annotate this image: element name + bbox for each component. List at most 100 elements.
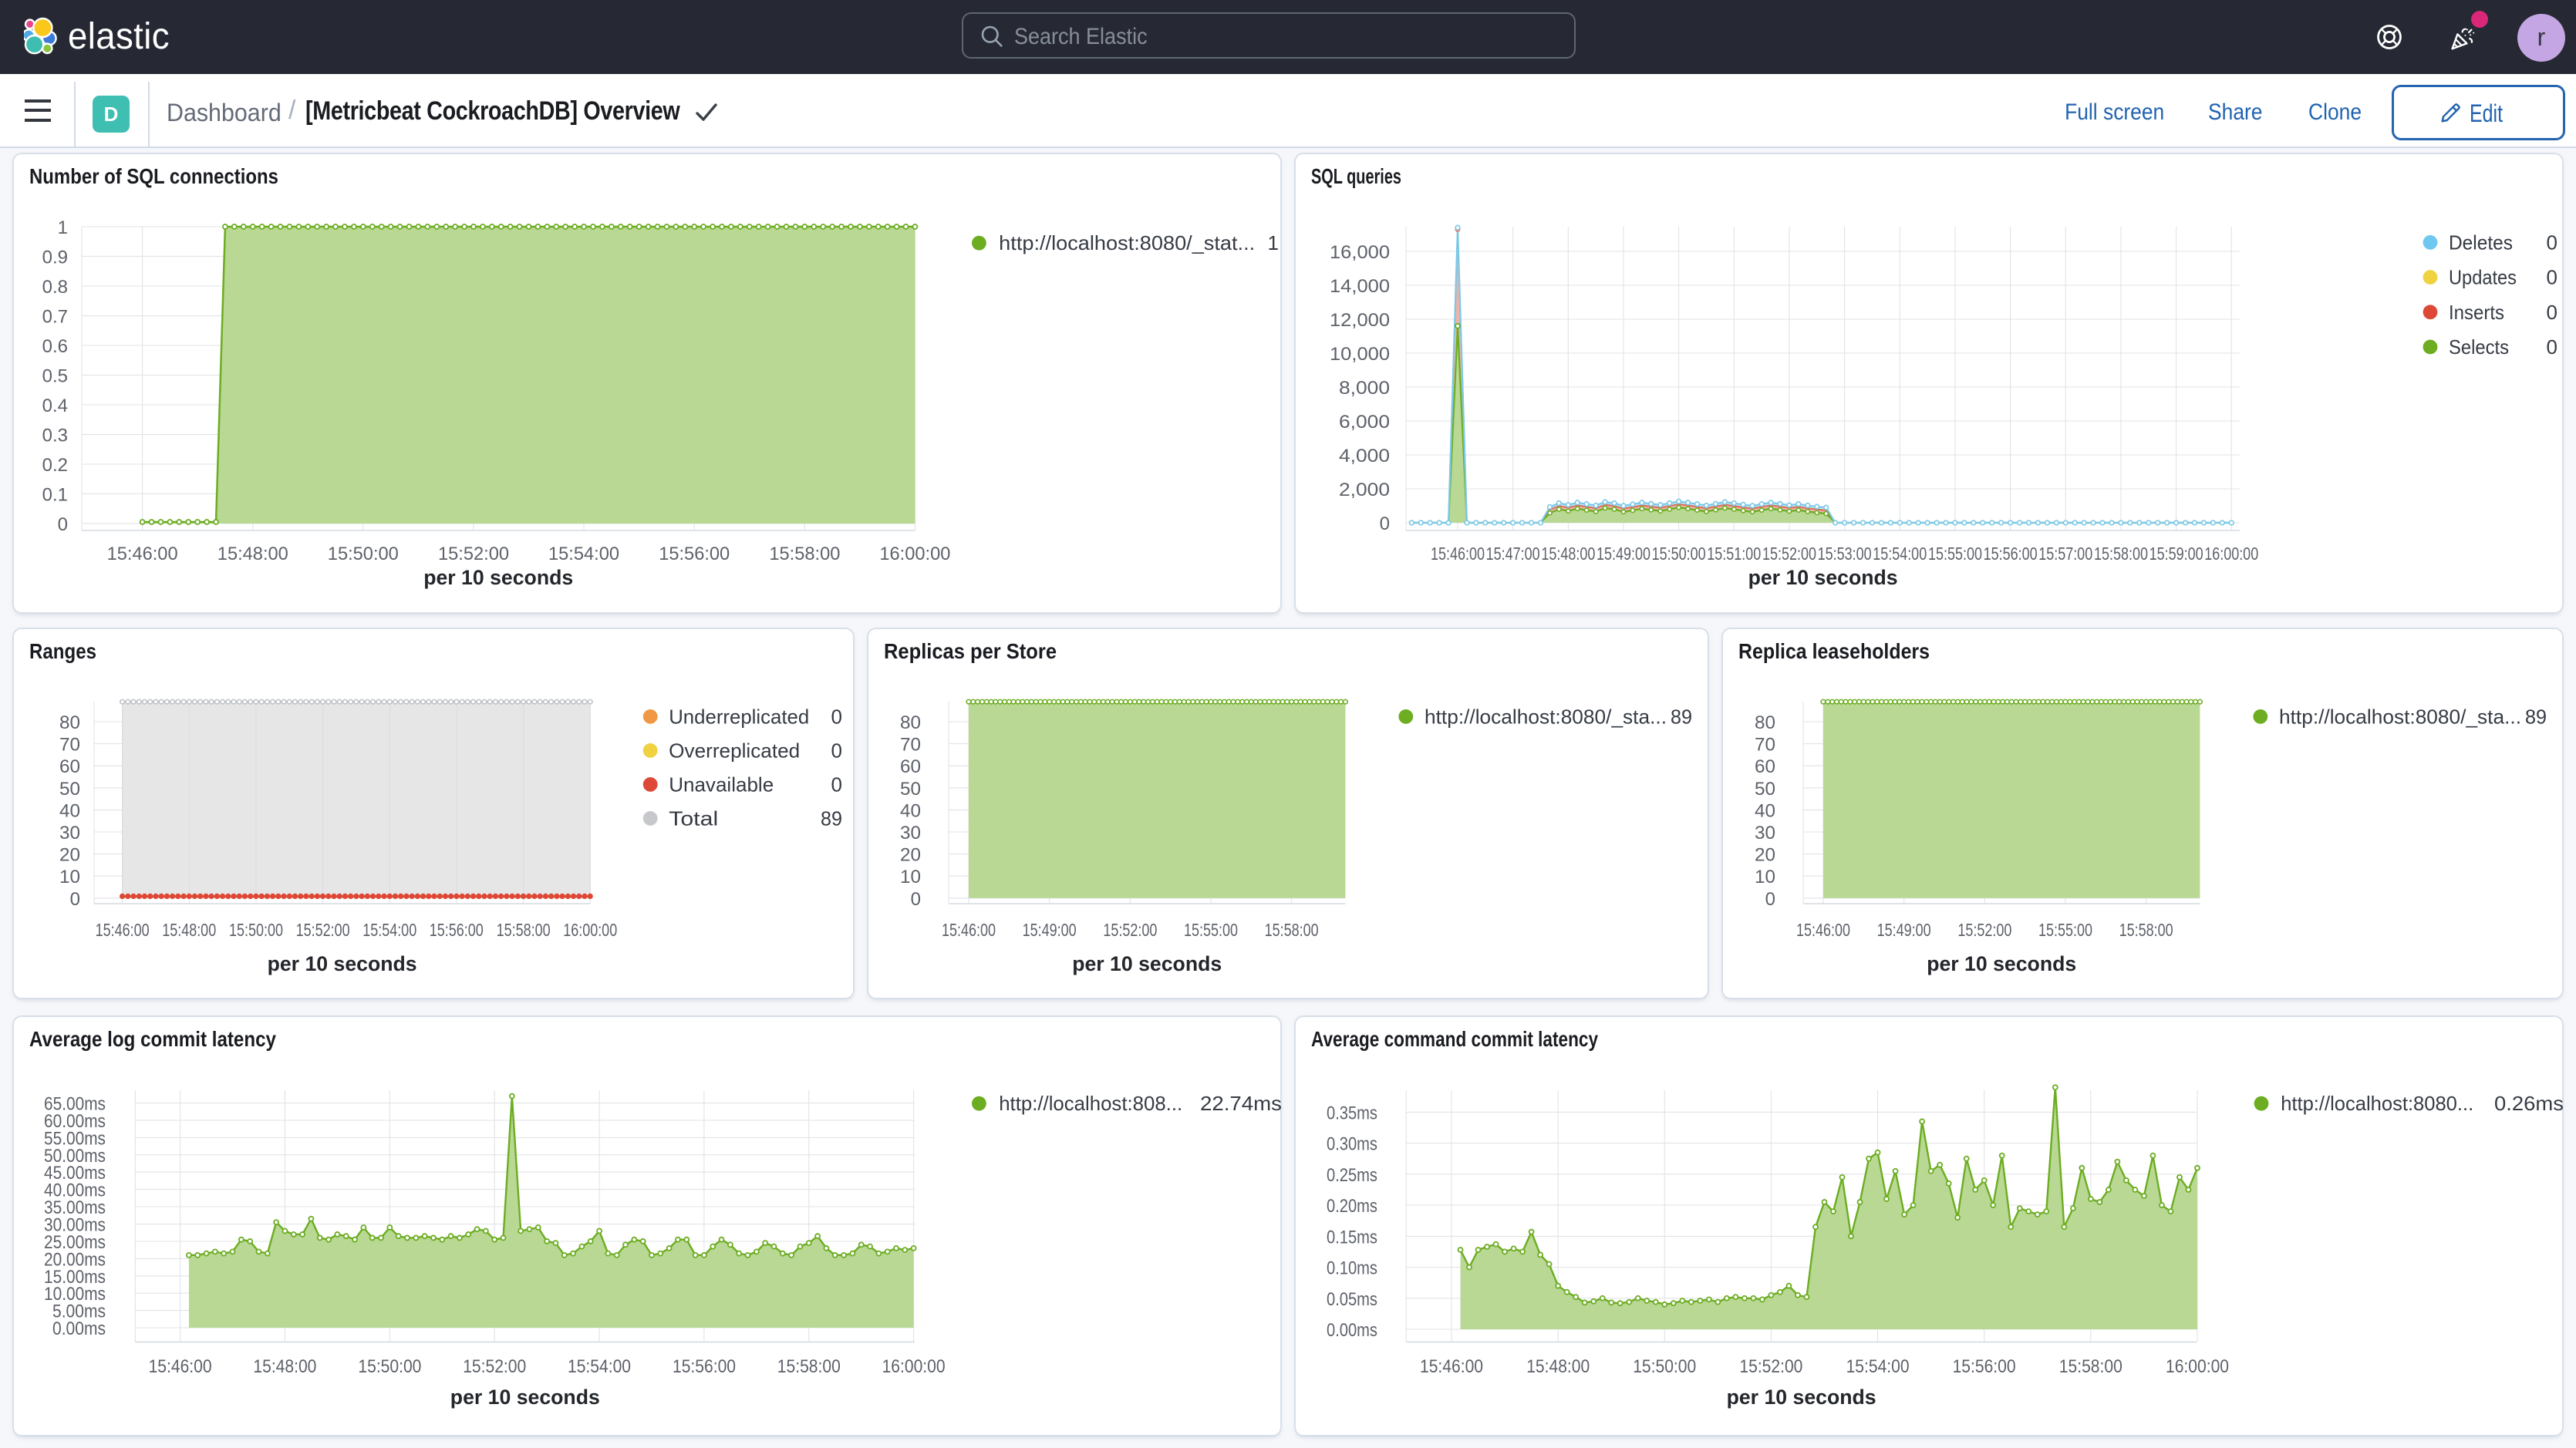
svg-text:15:56:00: 15:56:00 [673,1356,736,1377]
svg-text:15:52:00: 15:52:00 [438,544,509,564]
svg-text:14,000: 14,000 [1330,276,1390,297]
svg-text:60: 60 [1755,756,1775,777]
svg-text:15:55:00: 15:55:00 [2038,920,2092,940]
svg-text:Number of SQL connections: Number of SQL connections [29,164,278,188]
svg-text:15:48:00: 15:48:00 [253,1356,316,1377]
svg-text:Replica leaseholders: Replica leaseholders [1738,639,1930,663]
svg-text:89: 89 [1671,705,1692,728]
svg-text:4,000: 4,000 [1339,446,1390,466]
svg-text:15:56:00: 15:56:00 [1953,1356,2016,1377]
svg-text:6,000: 6,000 [1339,412,1390,433]
svg-text:70: 70 [900,735,921,756]
svg-text:16:00:00: 16:00:00 [2166,1356,2229,1377]
svg-text:80: 80 [900,712,921,733]
svg-text:0.10ms: 0.10ms [1327,1258,1377,1279]
svg-text:15:56:00: 15:56:00 [659,544,730,564]
svg-text:0.25ms: 0.25ms [1327,1165,1377,1186]
svg-text:10: 10 [900,867,921,887]
svg-text:0: 0 [2547,231,2557,254]
svg-text:15:48:00: 15:48:00 [217,544,288,564]
svg-text:22.74ms: 22.74ms [1200,1092,1282,1115]
svg-text:0: 0 [831,773,842,796]
svg-text:16:00:00: 16:00:00 [563,920,617,940]
svg-text:30: 30 [1755,823,1775,844]
svg-text:per 10 seconds: per 10 seconds [423,566,573,589]
svg-text:2,000: 2,000 [1339,480,1390,500]
svg-text:15:54:00: 15:54:00 [568,1356,631,1377]
svg-text:15:56:00: 15:56:00 [430,920,484,940]
svg-text:http://localhost:8080...: http://localhost:8080... [2281,1092,2473,1115]
svg-text:16:00:00: 16:00:00 [2204,544,2258,564]
svg-text:20: 20 [1755,845,1775,866]
svg-text:15:58:00: 15:58:00 [2059,1356,2123,1377]
svg-text:0: 0 [2547,301,2557,324]
svg-text:15:49:00: 15:49:00 [1023,920,1077,940]
svg-text:1: 1 [1268,231,1279,254]
svg-text:15:58:00: 15:58:00 [777,1356,841,1377]
svg-text:16:00:00: 16:00:00 [882,1356,946,1377]
svg-text:15:58:00: 15:58:00 [769,544,840,564]
svg-text:0.00ms: 0.00ms [1327,1320,1377,1341]
svg-text:per 10 seconds: per 10 seconds [1748,566,1898,589]
svg-text:80: 80 [1755,712,1775,733]
svg-text:15:49:00: 15:49:00 [1877,920,1931,940]
svg-text:Overreplicated: Overreplicated [669,739,800,762]
svg-text:50: 50 [59,779,80,800]
svg-text:89: 89 [821,807,842,830]
svg-text:Unavailable: Unavailable [669,773,774,796]
svg-text:70: 70 [1755,735,1775,756]
svg-text:70: 70 [59,735,80,756]
svg-text:Ranges: Ranges [29,639,96,663]
svg-text:per 10 seconds: per 10 seconds [1927,952,2076,975]
svg-text:80: 80 [59,712,80,733]
svg-text:15:48:00: 15:48:00 [1541,544,1595,564]
svg-text:20: 20 [900,845,921,866]
svg-text:per 10 seconds: per 10 seconds [1727,1386,1876,1409]
svg-text:1: 1 [58,217,68,238]
svg-text:0.30ms: 0.30ms [1327,1134,1377,1155]
svg-text:0.05ms: 0.05ms [1327,1289,1377,1310]
svg-text:65.00ms: 65.00ms [44,1094,106,1115]
svg-text:Inserts: Inserts [2449,301,2504,324]
svg-text:15:48:00: 15:48:00 [1526,1356,1590,1377]
svg-text:15:46:00: 15:46:00 [942,920,996,940]
svg-text:0: 0 [70,889,80,910]
svg-text:Underreplicated: Underreplicated [669,705,809,728]
svg-text:15:46:00: 15:46:00 [107,544,178,564]
svg-text:0: 0 [831,739,842,762]
svg-text:15:54:00: 15:54:00 [1873,544,1927,564]
svg-text:15:48:00: 15:48:00 [162,920,216,940]
svg-text:15:46:00: 15:46:00 [1431,544,1485,564]
svg-text:per 10 seconds: per 10 seconds [1072,952,1222,975]
svg-text:0: 0 [2547,266,2557,289]
svg-text:50: 50 [900,779,921,800]
svg-text:15:58:00: 15:58:00 [1265,920,1319,940]
svg-text:15:46:00: 15:46:00 [149,1356,212,1377]
svg-text:0.6: 0.6 [42,336,68,357]
svg-text:15:52:00: 15:52:00 [463,1356,526,1377]
svg-text:15:54:00: 15:54:00 [1846,1356,1910,1377]
svg-text:Total: Total [669,807,718,830]
svg-text:15:54:00: 15:54:00 [548,544,619,564]
svg-text:15:46:00: 15:46:00 [1796,920,1850,940]
svg-text:Replicas per Store: Replicas per Store [884,639,1057,663]
svg-text:40: 40 [1755,800,1775,821]
svg-text:8,000: 8,000 [1339,378,1390,399]
svg-text:0: 0 [1765,889,1775,910]
svg-text:12,000: 12,000 [1330,310,1390,331]
svg-text:0.8: 0.8 [42,277,68,298]
svg-text:0.9: 0.9 [42,248,68,268]
svg-text:Updates: Updates [2449,266,2517,289]
svg-text:89: 89 [2525,705,2547,728]
svg-text:0.1: 0.1 [42,485,68,506]
svg-text:60: 60 [900,756,921,777]
svg-text:15:46:00: 15:46:00 [1420,1356,1483,1377]
svg-text:0: 0 [1380,514,1390,534]
svg-text:per 10 seconds: per 10 seconds [450,1386,600,1409]
svg-text:40: 40 [59,800,80,821]
svg-text:15:58:00: 15:58:00 [2094,544,2148,564]
svg-text:10: 10 [1755,867,1775,887]
svg-text:15:55:00: 15:55:00 [1184,920,1238,940]
svg-text:15:46:00: 15:46:00 [96,920,150,940]
svg-text:15:52:00: 15:52:00 [1103,920,1157,940]
